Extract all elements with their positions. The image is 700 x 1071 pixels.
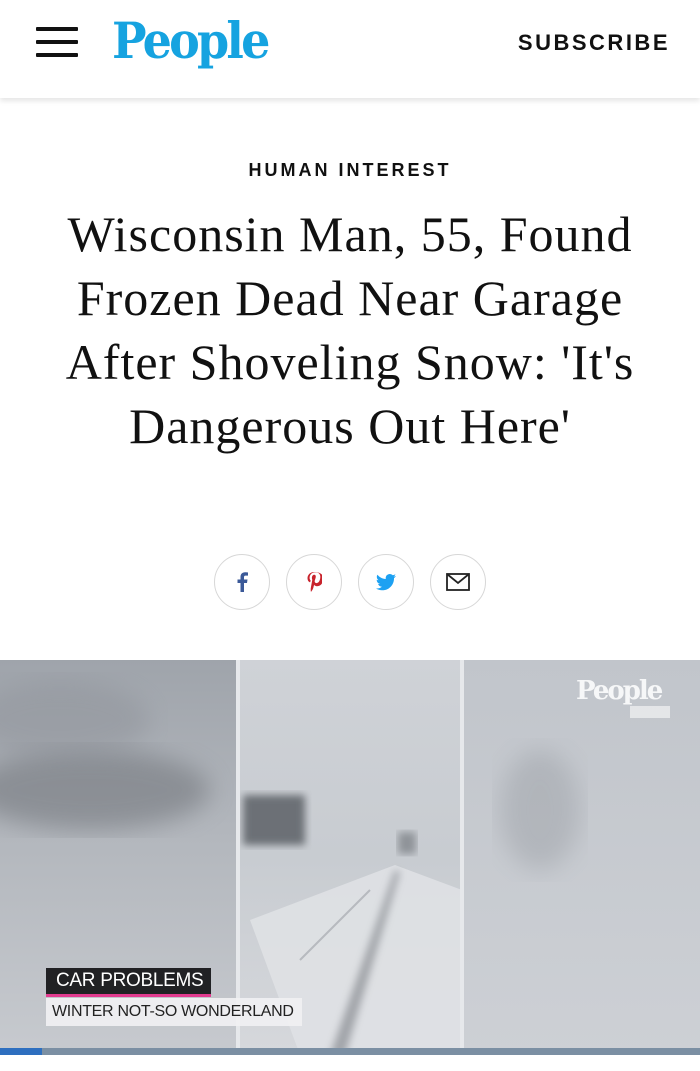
email-icon bbox=[446, 573, 470, 591]
video-player[interactable]: People CAR PROBLEMS WINTER NOT-SO WONDER… bbox=[0, 660, 700, 1055]
video-watermark-tag bbox=[630, 706, 670, 718]
top-navigation-bar: People SUBSCRIBE bbox=[0, 0, 700, 98]
hamburger-menu-icon[interactable] bbox=[36, 27, 78, 57]
article-category-link[interactable]: HUMAN INTEREST bbox=[0, 160, 700, 181]
twitter-share-button[interactable] bbox=[358, 554, 414, 610]
facebook-share-button[interactable] bbox=[214, 554, 270, 610]
share-buttons-row bbox=[214, 554, 488, 612]
article-headline: Wisconsin Man, 55, Found Frozen Dead Nea… bbox=[65, 206, 635, 454]
facebook-icon bbox=[237, 572, 248, 592]
subscribe-button[interactable]: SUBSCRIBE bbox=[518, 30, 670, 56]
page-bottom-spacer bbox=[0, 1055, 700, 1071]
video-lower-third-subtitle: WINTER NOT-SO WONDERLAND bbox=[46, 998, 302, 1026]
video-progress-bar[interactable] bbox=[0, 1048, 700, 1055]
email-share-button[interactable] bbox=[430, 554, 486, 610]
twitter-icon bbox=[376, 573, 396, 590]
video-progress-fill bbox=[0, 1048, 42, 1055]
video-people-watermark: People bbox=[576, 676, 663, 706]
people-logo[interactable]: People bbox=[112, 10, 270, 72]
pinterest-share-button[interactable] bbox=[286, 554, 342, 610]
pinterest-icon bbox=[307, 572, 322, 592]
video-lower-third-title: CAR PROBLEMS bbox=[46, 968, 212, 997]
